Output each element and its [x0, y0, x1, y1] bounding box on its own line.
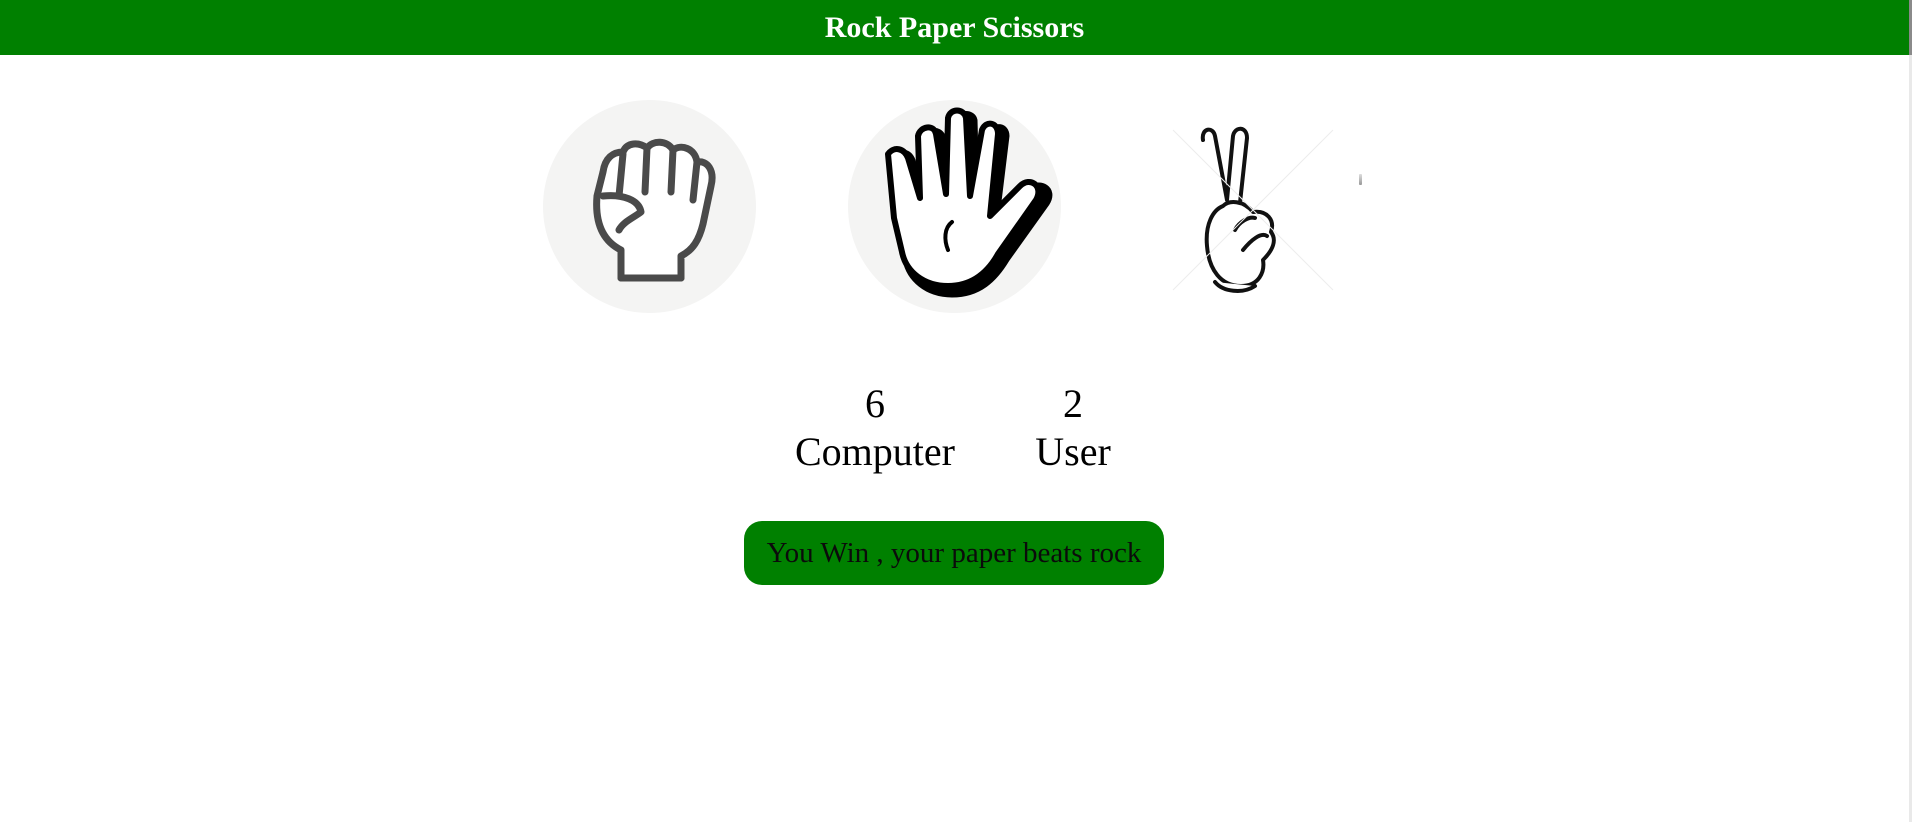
result-message: You Win , your paper beats rock [744, 521, 1164, 585]
paper-choice-button[interactable] [848, 100, 1061, 313]
computer-score-label: Computer [795, 429, 955, 474]
user-score-label: User [1035, 429, 1111, 474]
user-score-panel: 2 User [1000, 380, 1146, 476]
computer-score-value: 6 [865, 381, 885, 426]
user-score-value: 2 [1063, 381, 1083, 426]
stray-pixel-mark [1359, 174, 1362, 185]
fist-icon [593, 138, 716, 282]
app-title: Rock Paper Scissors [824, 10, 1085, 44]
victory-hand-icon [1172, 126, 1334, 293]
game-page: Rock Paper Scissors 6 Computer 2 User Yo… [0, 0, 1912, 822]
scissors-choice-button[interactable] [1143, 100, 1356, 313]
app-header: Rock Paper Scissors [0, 0, 1909, 55]
rock-choice-button[interactable] [543, 100, 756, 313]
open-hand-icon [885, 107, 1053, 298]
computer-score-panel: 6 Computer [775, 380, 975, 476]
